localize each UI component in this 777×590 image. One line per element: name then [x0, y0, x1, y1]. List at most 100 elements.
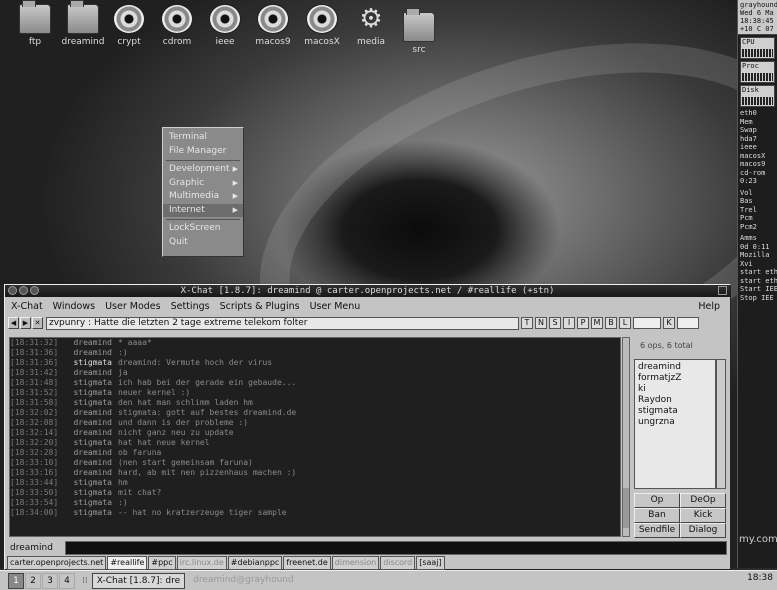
scroll-left-icon[interactable]: ◀	[8, 317, 19, 329]
workspace-button[interactable]: 2	[25, 572, 41, 589]
chat-scrollbar[interactable]	[622, 337, 630, 537]
channel-tab[interactable]: freenet.de	[283, 556, 331, 570]
desktop-icon-ieee[interactable]: ieee	[202, 4, 248, 47]
mode-m-toggle[interactable]: M	[591, 317, 603, 329]
chat-nick[interactable]: stigmata	[66, 378, 118, 388]
chat-nick[interactable]: dreamind	[66, 348, 118, 358]
chat-nick[interactable]: dreamind	[66, 418, 118, 428]
menu-item-multimedia[interactable]: Multimedia ▶	[163, 190, 243, 204]
topic-input[interactable]: zvpunry : Hatte die letzten 2 tage extre…	[46, 316, 519, 330]
mode-t-toggle[interactable]: T	[521, 317, 533, 329]
mode-p-toggle[interactable]: P	[577, 317, 589, 329]
dock-launcher-item[interactable]: Stop IEE	[738, 294, 777, 303]
mode-b-toggle[interactable]: B	[605, 317, 617, 329]
desktop-icon-macosx[interactable]: macosX	[299, 4, 345, 47]
chat-nick[interactable]: dreamind	[66, 458, 118, 468]
channel-tab[interactable]: #debianppc	[227, 556, 283, 570]
desktop-icon-cdrom[interactable]: cdrom	[154, 4, 200, 47]
mode-i-toggle[interactable]: I	[563, 317, 575, 329]
menu-item-internet[interactable]: Internet ▶	[163, 203, 243, 217]
op-button[interactable]: Op	[634, 493, 680, 508]
menu-help[interactable]: Help	[698, 301, 720, 312]
dock-launcher-item[interactable]: Amms	[738, 234, 777, 243]
nick-button[interactable]: dreamind	[9, 541, 65, 555]
userlist-item[interactable]: formatjzZ	[638, 373, 712, 384]
desktop-icon-macos9[interactable]: macos9	[250, 4, 296, 47]
userlist-item[interactable]: ki	[638, 384, 712, 395]
dialog-button[interactable]: Dialog	[680, 523, 726, 538]
dock-launcher-item[interactable]: start eth	[738, 268, 777, 277]
window-titlebar[interactable]: X-Chat [1.8.7]: dreamind @ carter.openpr…	[5, 285, 730, 297]
chat-nick[interactable]: stigmata	[66, 498, 118, 508]
userlist-item[interactable]: Raydon	[638, 395, 712, 406]
menu-item-quit[interactable]: Quit	[163, 236, 243, 250]
menu-item-terminal[interactable]: Terminal	[163, 131, 243, 145]
chat-nick[interactable]: dreamind	[66, 408, 118, 418]
shade-icon[interactable]	[718, 286, 727, 295]
menu-settings[interactable]: Settings	[171, 301, 210, 312]
desktop-icon-crypt[interactable]: crypt	[106, 4, 152, 47]
deop-button[interactable]: DeOp	[680, 493, 726, 508]
key-input[interactable]	[677, 317, 699, 329]
kick-button[interactable]: Kick	[680, 508, 726, 523]
menu-windows[interactable]: Windows	[53, 301, 95, 312]
taskbar-task[interactable]: dreamind@grayhound	[189, 573, 298, 589]
channel-tab[interactable]: #ppc	[148, 556, 176, 570]
chat-nick[interactable]: dreamind	[66, 368, 118, 378]
menu-item-development[interactable]: Development ▶	[163, 163, 243, 177]
mode-s-toggle[interactable]: S	[549, 317, 561, 329]
userlist[interactable]: dreamind formatjzZ ki Raydon stigmata ungrzna	[634, 359, 716, 489]
desktop-icon-media[interactable]: ⚙ media	[348, 4, 394, 47]
chat-nick[interactable]: stigmata	[66, 508, 118, 518]
channel-tab[interactable]: irc.linux.de	[176, 556, 227, 570]
userlist-item[interactable]: ungrzna	[638, 417, 712, 428]
channel-tab[interactable]: discord	[380, 556, 416, 570]
desktop-icon-dreamind[interactable]: dreamind	[60, 0, 106, 47]
userlist-scrollbar[interactable]	[716, 359, 726, 489]
close-tab-icon[interactable]: ✕	[32, 317, 43, 329]
menu-item-graphic[interactable]: Graphic ▶	[163, 177, 243, 191]
sendfile-button[interactable]: Sendfile	[634, 523, 680, 538]
chat-text-area[interactable]: [18:31:32] dreamind * aaaa* [18:31:36] dream…	[9, 337, 621, 537]
chat-nick[interactable]: dreamind	[66, 468, 118, 478]
mode-l-toggle[interactable]: L	[619, 317, 631, 329]
limit-input[interactable]	[633, 317, 661, 329]
close-icon[interactable]	[8, 286, 17, 295]
menu-xchat[interactable]: X-Chat	[11, 301, 43, 312]
mode-k-toggle[interactable]: K	[663, 317, 675, 329]
scrollbar-thumb[interactable]	[623, 488, 629, 528]
desktop-icon-ftp[interactable]: ftp	[12, 0, 58, 47]
menu-item-file-manager[interactable]: File Manager	[163, 145, 243, 159]
channel-tab[interactable]: dimension	[331, 556, 380, 570]
workspace-button[interactable]: 3	[42, 572, 58, 589]
desktop-icon-src[interactable]: src	[396, 8, 442, 55]
channel-tab[interactable]: #reallife	[107, 556, 148, 570]
userlist-item[interactable]: dreamind	[638, 362, 712, 373]
workspace-button[interactable]: 4	[59, 572, 75, 589]
taskbar-task[interactable]: X-Chat [1.8.7]: dre	[91, 572, 186, 589]
menu-user-menu[interactable]: User Menu	[310, 301, 361, 312]
workspace-button[interactable]: 1	[8, 572, 24, 589]
chat-nick[interactable]: stigmata	[66, 358, 118, 368]
chat-nick[interactable]: dreamind	[66, 448, 118, 458]
maximize-icon[interactable]	[30, 286, 39, 295]
userlist-item[interactable]: stigmata	[638, 406, 712, 417]
mode-n-toggle[interactable]: N	[535, 317, 547, 329]
dock-launcher-item[interactable]: start eth	[738, 277, 777, 286]
menu-scripts-plugins[interactable]: Scripts & Plugins	[220, 301, 300, 312]
menu-user-modes[interactable]: User Modes	[105, 301, 161, 312]
chat-nick[interactable]: stigmata	[66, 478, 118, 488]
channel-tab[interactable]: [saaj]	[416, 556, 445, 570]
dock-launcher-item[interactable]: Xvi	[738, 260, 777, 269]
chat-nick[interactable]: dreamind	[66, 338, 118, 348]
ban-button[interactable]: Ban	[634, 508, 680, 523]
chat-nick[interactable]: stigmata	[66, 438, 118, 448]
dock-launcher-item[interactable]: 0d 0:11	[738, 243, 777, 252]
chat-nick[interactable]: stigmata	[66, 488, 118, 498]
dock-launcher-item[interactable]: Start IEE	[738, 285, 777, 294]
chat-nick[interactable]: stigmata	[66, 398, 118, 408]
dock-launcher-item[interactable]: Mozilla	[738, 251, 777, 260]
menu-item-lockscreen[interactable]: LockScreen	[163, 222, 243, 236]
message-input[interactable]	[65, 541, 727, 555]
scroll-right-icon[interactable]: ▶	[20, 317, 31, 329]
